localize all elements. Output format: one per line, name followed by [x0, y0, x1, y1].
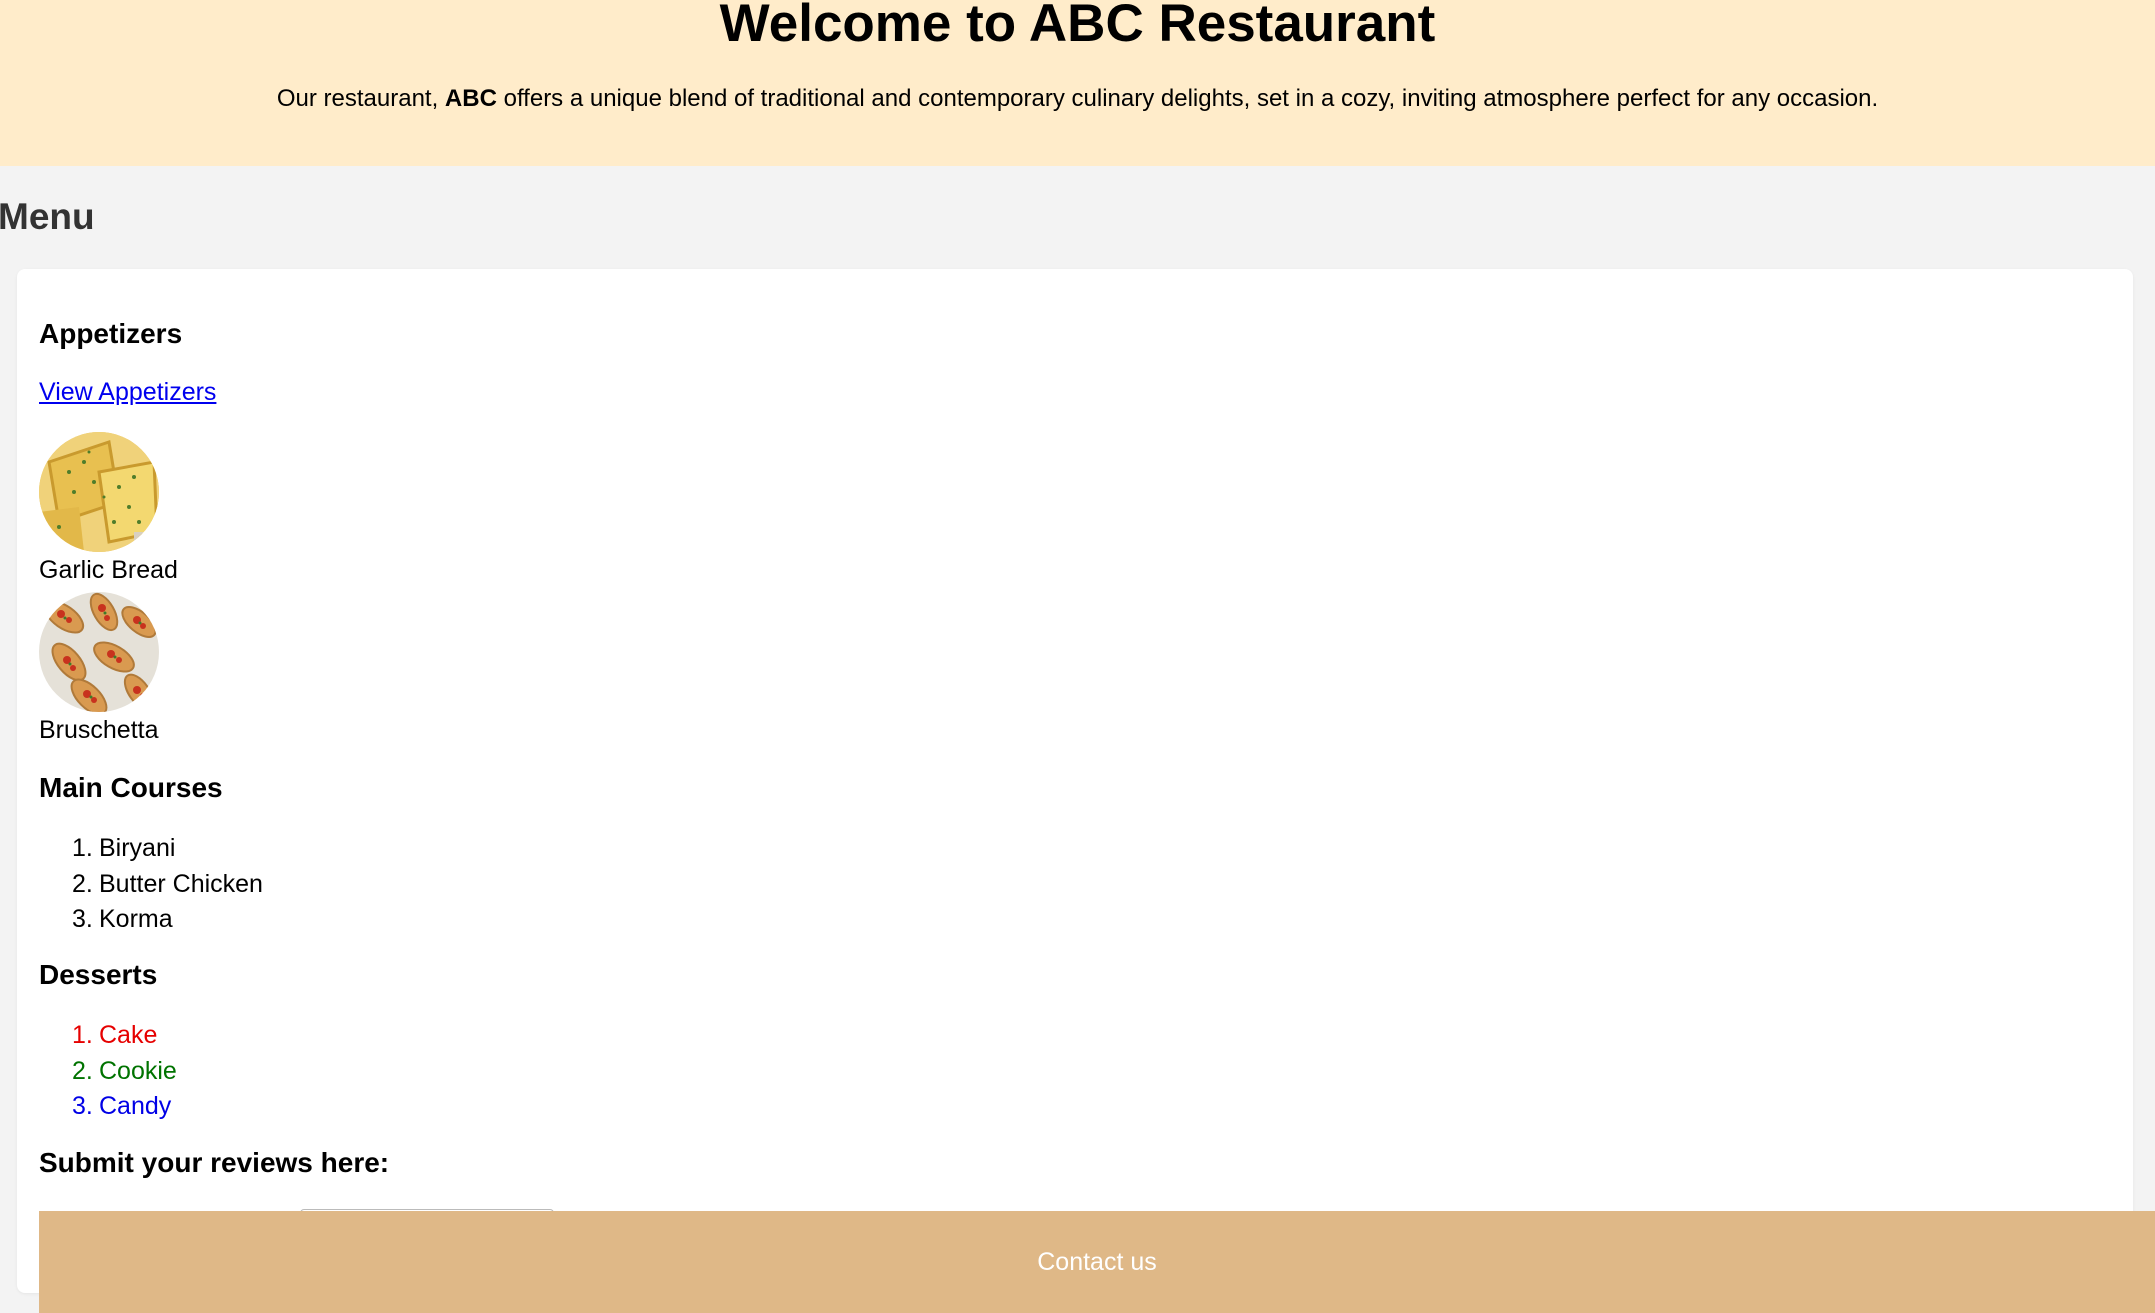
garlic-bread-image: [39, 432, 159, 552]
list-item-label: Butter Chicken: [99, 869, 263, 898]
menu-card: [17, 269, 2133, 1293]
intro-text: Our restaurant, ABC offers a unique blen…: [0, 84, 2155, 114]
desserts-heading: Desserts: [39, 959, 158, 990]
appetizers-heading: Appetizers: [39, 318, 183, 349]
bruschetta-label: Bruschetta: [39, 716, 159, 744]
reviews-heading: Submit your reviews here:: [39, 1147, 390, 1178]
list-number: 1.: [72, 1021, 93, 1049]
list-number: 2.: [72, 1056, 93, 1085]
list-item: 3. Korma: [72, 902, 263, 938]
list-item-label: Korma: [99, 905, 173, 933]
list-item-label: Biryani: [99, 834, 176, 862]
contact-us-label: Contact us: [1037, 1248, 1157, 1276]
list-number: 2.: [72, 869, 93, 898]
list-item-label: Candy: [99, 1092, 172, 1120]
list-item-cake: 1. Cake: [72, 1018, 177, 1054]
list-number: 3.: [72, 1092, 93, 1120]
main-courses-list: 1. Biryani 2. Butter Chicken 3. Korma: [72, 831, 263, 938]
desserts-list: 1. Cake 2. Cookie 3. Candy: [72, 1018, 177, 1125]
page-title: Welcome to ABC Restaurant: [719, 0, 1436, 53]
list-item: 1. Biryani: [72, 831, 263, 867]
brand-name: ABC: [444, 85, 497, 112]
intro-text-after: offers a unique blend of traditional and…: [496, 85, 1879, 112]
garlic-bread-label: Garlic Bread: [39, 556, 178, 584]
main-courses-heading: Main Courses: [39, 772, 223, 803]
list-item: 2. Butter Chicken: [72, 867, 263, 903]
intro-text-before: Our restaurant,: [276, 85, 445, 112]
page-header: Welcome to ABC Restaurant Our restaurant…: [0, 0, 2155, 166]
bruschetta-image: [39, 592, 159, 712]
list-item-label: Cookie: [99, 1056, 177, 1085]
list-number: 1.: [72, 834, 93, 862]
list-item-label: Cake: [99, 1021, 158, 1049]
view-appetizers-link[interactable]: View Appetizers: [39, 378, 216, 407]
list-item-candy: 3. Candy: [72, 1089, 177, 1125]
menu-heading: Menu: [0, 196, 95, 237]
list-item-cookie: 2. Cookie: [72, 1054, 177, 1090]
contact-us-footer[interactable]: Contact us: [39, 1211, 2155, 1313]
list-number: 3.: [72, 905, 93, 933]
